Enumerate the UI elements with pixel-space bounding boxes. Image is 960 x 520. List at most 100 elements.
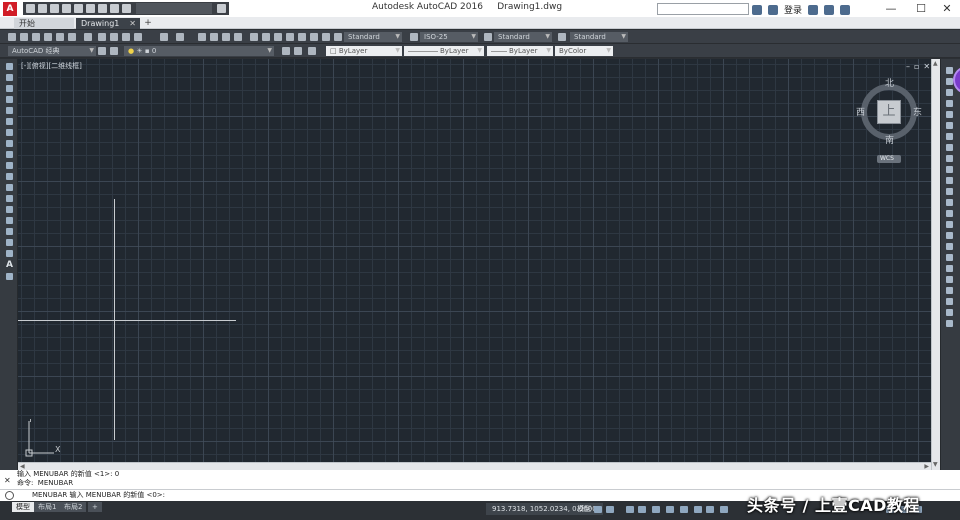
viewport-restore-icon[interactable]: ▫ [914,62,919,71]
text-style-dropdown[interactable]: Standard ▼ [344,32,402,42]
viewcube-top-face[interactable]: 上 [877,100,901,124]
paste-icon[interactable] [122,33,130,41]
lineweight-dropdown[interactable]: ByLayer ▼ [487,46,553,56]
revision-cloud-icon[interactable] [6,140,13,147]
tab-close-icon[interactable]: ✕ [129,18,136,29]
tool-palettes-icon[interactable] [274,33,282,41]
polygon-icon[interactable] [6,96,13,103]
array-icon[interactable] [946,111,953,118]
dim-front-icon[interactable] [946,309,953,316]
pan-icon[interactable] [198,33,206,41]
erase-icon[interactable] [946,67,953,74]
layer-properties-icon[interactable] [110,47,118,55]
zoom-realtime-icon[interactable] [210,33,218,41]
cut-icon[interactable] [98,33,106,41]
move-icon[interactable] [946,122,953,129]
object-snap-icon[interactable] [680,506,688,513]
insert-block-icon[interactable] [6,184,13,191]
polyline-icon[interactable] [6,85,13,92]
make-current-icon[interactable] [282,47,290,55]
open-icon[interactable] [38,4,47,13]
design-center-icon[interactable] [262,33,270,41]
markup-icon[interactable] [298,33,306,41]
multiline-text-icon[interactable]: A [6,260,13,270]
object-snap-tracking-icon[interactable] [666,506,674,513]
drawing-canvas[interactable]: [-][俯视][二维线框] Y X [18,59,931,462]
mleader-style-dropdown[interactable]: Standard ▼ [570,32,628,42]
viewcube[interactable]: 上 北 南 西 东 [856,79,922,146]
3d-print-icon[interactable] [84,33,92,41]
workspace-settings-icon[interactable] [98,47,106,55]
undo-icon[interactable] [160,33,168,41]
undo-icon[interactable] [86,4,95,13]
grid-icon[interactable] [594,506,602,513]
fillet-icon[interactable] [946,232,953,239]
offset-icon[interactable] [946,100,953,107]
copy-object-icon[interactable] [946,78,953,85]
bring-front-icon[interactable] [946,276,953,283]
extend-icon[interactable] [946,177,953,184]
zoom-window-icon[interactable] [222,33,230,41]
login-link[interactable]: 登录 [784,3,802,16]
leader-front-icon[interactable] [946,320,953,327]
user-icon[interactable] [768,4,778,15]
publish-icon[interactable] [68,33,76,41]
model-space-button[interactable]: 模型 [577,503,591,515]
send-back-icon[interactable] [946,287,953,294]
command-customize-icon[interactable] [5,491,14,500]
scroll-left-icon[interactable]: ◀ [20,463,25,470]
isodraft-icon[interactable] [652,506,660,513]
redo-icon[interactable] [98,4,107,13]
search-input[interactable] [657,3,749,15]
scroll-down-icon[interactable]: ▼ [933,461,938,468]
point-icon[interactable] [6,206,13,213]
wcs-menu[interactable]: WCS [877,155,901,163]
table-style-dropdown[interactable]: Standard ▼ [494,32,552,42]
color-dropdown[interactable]: □ ByLayer ▼ [326,46,402,56]
compass-south[interactable]: 南 [885,133,894,146]
table-icon[interactable] [6,250,13,257]
compass-west[interactable]: 西 [856,105,865,118]
open-icon[interactable] [20,33,28,41]
add-selected-icon[interactable] [6,273,13,280]
rectangle-icon[interactable] [6,107,13,114]
vertical-scrollbar[interactable]: ▲ ▼ [931,59,940,470]
arc-icon[interactable] [6,118,13,125]
save-icon[interactable] [50,4,59,13]
chamfer-icon[interactable] [946,221,953,228]
annotation-scale-icon[interactable] [720,506,728,513]
add-layout-button[interactable]: + [88,502,102,512]
plot-icon[interactable] [44,33,52,41]
qnew-icon[interactable] [8,33,16,41]
print-icon[interactable] [74,4,83,13]
preview-icon[interactable] [56,33,64,41]
redo-icon[interactable] [176,33,184,41]
gradient-icon[interactable] [6,228,13,235]
transparency-icon[interactable] [706,506,714,513]
copy-icon[interactable] [110,33,118,41]
compass-east[interactable]: 东 [913,105,922,118]
layer-previous-icon[interactable] [294,47,302,55]
match-prop-icon[interactable] [134,33,142,41]
region-icon[interactable] [6,239,13,246]
ellipse-icon[interactable] [6,162,13,169]
polar-icon[interactable] [638,506,646,513]
layer-state-icon[interactable] [308,47,316,55]
workspace-gear-icon[interactable] [122,4,131,13]
line-icon[interactable] [6,63,13,70]
workspace-dropdown[interactable]: AutoCAD 经典 ▼ [8,46,96,56]
tab-layout1[interactable]: 布局1 [34,502,61,512]
help-icon[interactable] [322,33,330,41]
help-icon[interactable] [840,4,851,15]
tab-model[interactable]: 模型 [12,502,34,512]
share-icon[interactable] [110,4,119,13]
rotate-icon[interactable] [946,133,953,140]
layer-dropdown[interactable]: ● ☀ ▪ 0 ▼ [124,46,274,56]
hatch-icon[interactable] [6,217,13,224]
close-button[interactable]: ✕ [932,0,960,17]
quickcalc-icon[interactable] [310,33,318,41]
make-block-icon[interactable] [6,195,13,202]
dim-style-dropdown[interactable]: ISO-25 ▼ [420,32,478,42]
close-command-icon[interactable]: ✕ [4,476,11,485]
minimize-button[interactable]: — [876,0,906,17]
